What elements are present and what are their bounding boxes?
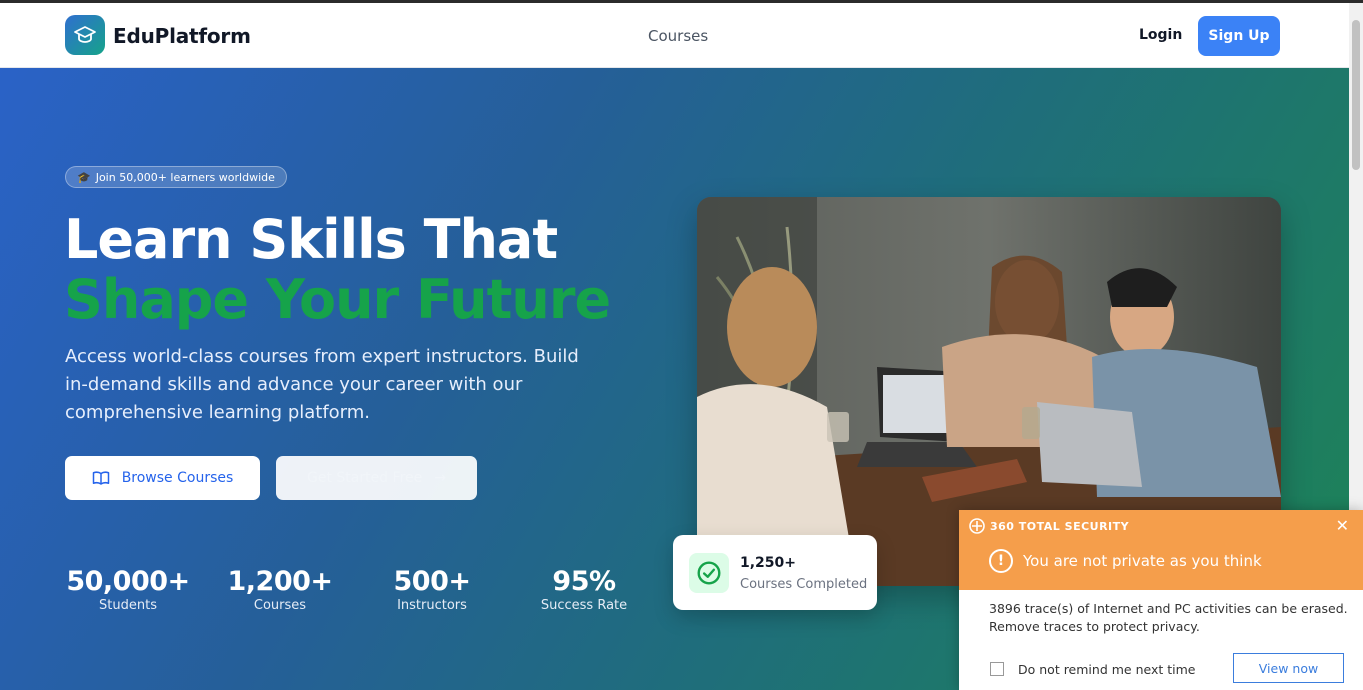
stat-label: Instructors	[397, 598, 467, 613]
warning-icon: !	[989, 549, 1013, 573]
stat-value: 500+	[393, 566, 471, 597]
check-circle-icon	[689, 553, 729, 593]
login-link[interactable]: Login	[1139, 27, 1182, 43]
courses-completed-value: 1,250+	[740, 555, 797, 571]
learners-badge-text: Join 50,000+ learners worldwide	[95, 170, 275, 184]
stat-courses: 1,200+ Courses	[210, 566, 350, 613]
hero-headline-line1: Learn Skills That	[64, 208, 558, 271]
courses-completed-label: Courses Completed	[740, 577, 868, 592]
brand-name[interactable]: EduPlatform	[113, 24, 251, 48]
browse-courses-button[interactable]: Browse Courses	[65, 456, 260, 500]
arrow-right-icon: →	[434, 470, 446, 486]
browse-courses-label: Browse Courses	[121, 470, 234, 486]
do-not-remind-checkbox[interactable]	[990, 662, 1004, 676]
popup-title: You are not private as you think	[1023, 552, 1262, 570]
nav-link-courses[interactable]: Courses	[648, 27, 708, 45]
360-logo-icon	[969, 518, 985, 534]
hero-headline-line2: Shape Your Future	[64, 268, 611, 331]
popup-header: 360 TOTAL SECURITY ✕ ! You are not priva…	[959, 510, 1363, 590]
do-not-remind-label[interactable]: Do not remind me next time	[1018, 662, 1195, 677]
signup-button[interactable]: Sign Up	[1198, 16, 1280, 56]
graduation-cap-icon	[74, 26, 96, 43]
view-now-button[interactable]: View now	[1233, 653, 1344, 683]
hero-subtitle: Access world-class courses from expert i…	[65, 346, 579, 423]
popup-message: 3896 trace(s) of Internet and PC activit…	[989, 601, 1348, 634]
graduation-cap-icon: 🎓	[77, 170, 91, 184]
navbar: EduPlatform Courses Login Sign Up	[0, 3, 1349, 68]
stat-success-rate: 95% Success Rate	[514, 566, 654, 613]
get-started-label: Get Started Free	[307, 470, 423, 486]
close-icon[interactable]: ✕	[1336, 516, 1349, 535]
stat-value: 1,200+	[227, 566, 333, 597]
stat-label: Students	[99, 598, 157, 613]
learners-badge: 🎓 Join 50,000+ learners worldwide	[65, 166, 287, 188]
security-popup: 360 TOTAL SECURITY ✕ ! You are not priva…	[959, 510, 1363, 690]
popup-brand: 360 TOTAL SECURITY	[969, 518, 1129, 534]
get-started-button[interactable]: Get Started Free →	[276, 456, 477, 500]
stat-students: 50,000+ Students	[58, 566, 198, 613]
logo[interactable]	[65, 15, 105, 55]
stat-instructors: 500+ Instructors	[362, 566, 502, 613]
popup-brand-text: 360 TOTAL SECURITY	[990, 519, 1130, 533]
scrollbar-thumb[interactable]	[1352, 20, 1360, 170]
stat-value: 95%	[552, 566, 616, 597]
book-open-icon	[92, 471, 109, 485]
stat-label: Success Rate	[540, 598, 628, 613]
stat-label: Courses	[253, 598, 307, 613]
stat-value: 50,000+	[66, 566, 190, 597]
courses-completed-card: 1,250+ Courses Completed	[673, 535, 877, 610]
